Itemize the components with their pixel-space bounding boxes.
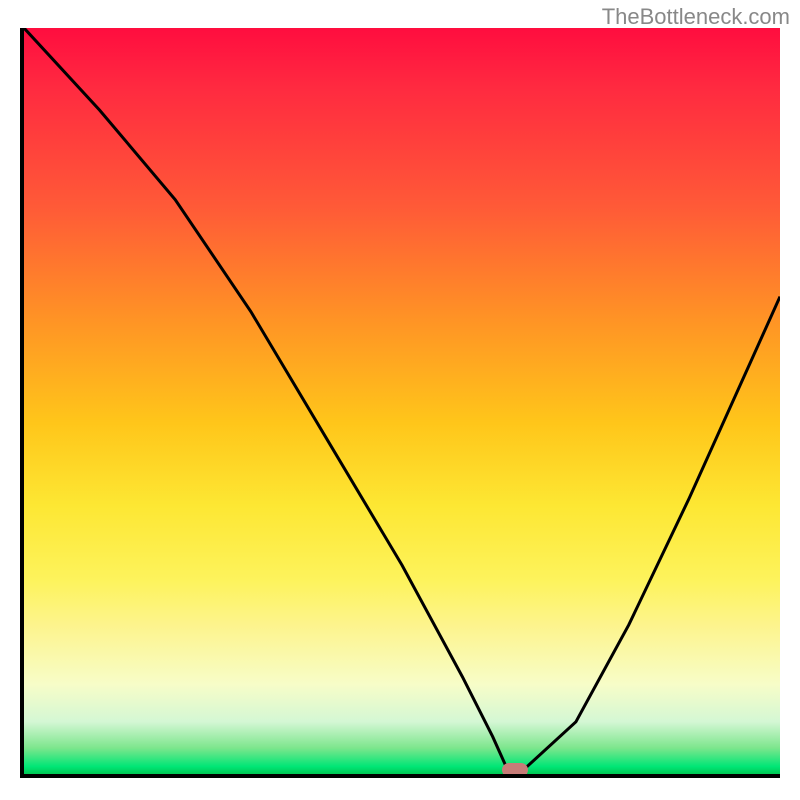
chart-container: TheBottleneck.com <box>0 0 800 800</box>
bottleneck-marker <box>502 763 528 777</box>
plot-area <box>20 28 780 778</box>
watermark-text: TheBottleneck.com <box>602 4 790 30</box>
bottleneck-curve <box>24 28 780 774</box>
